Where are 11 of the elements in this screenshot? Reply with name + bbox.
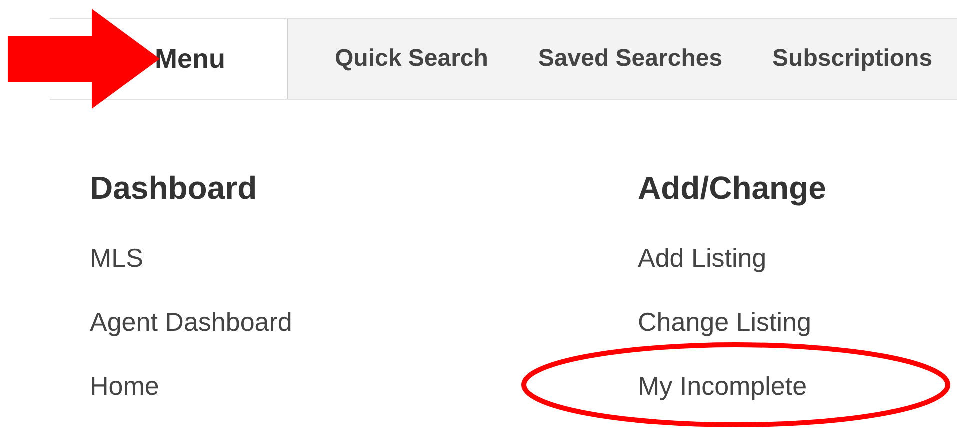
menu-link[interactable]: Add Listing [638, 243, 767, 273]
nav-tab[interactable]: Quick Search [310, 19, 514, 99]
menu-link[interactable]: Home [90, 371, 160, 401]
menu-link[interactable]: My Incomplete [638, 371, 808, 401]
menu-link[interactable]: Agent Dashboard [90, 307, 292, 337]
menu-link[interactable]: Change Listing [638, 307, 812, 337]
nav-tab[interactable]: Saved Searches [513, 19, 748, 99]
section-heading: Dashboard [90, 170, 258, 207]
nav-tab[interactable]: Subscriptions [748, 19, 957, 99]
section-heading: Add/Change [638, 170, 828, 207]
menu-link[interactable]: MLS [90, 243, 144, 273]
